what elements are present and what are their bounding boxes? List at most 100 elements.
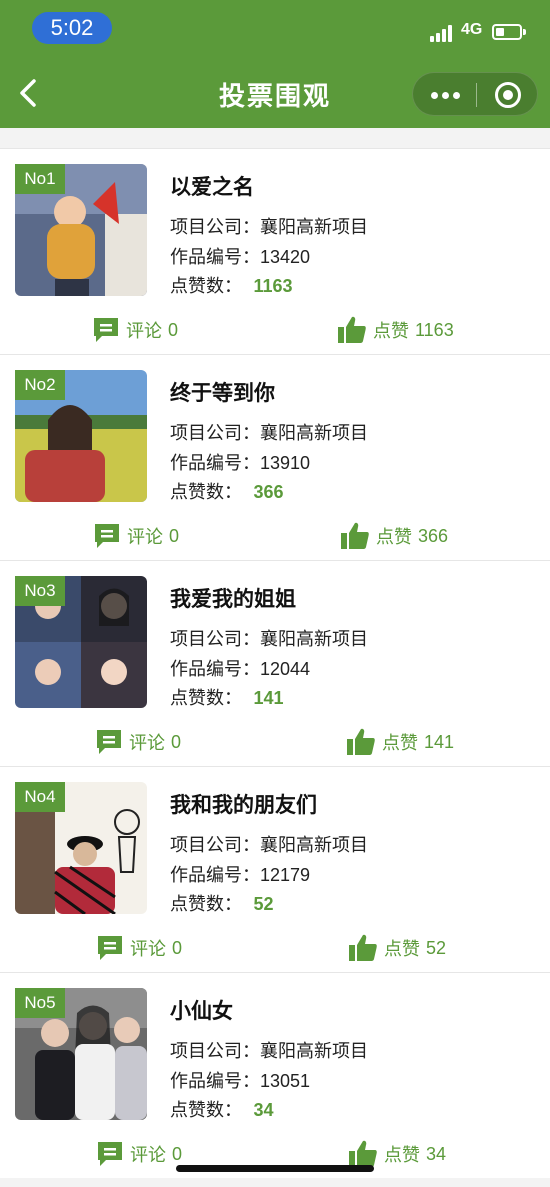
comment-icon xyxy=(97,730,121,754)
more-button[interactable] xyxy=(431,89,461,101)
code-value: 12179 xyxy=(260,865,311,885)
list-item[interactable]: No3 我爱我的姐姐 项目公司：襄阳高新项目 作品编号：12044 点赞数： 1… xyxy=(0,560,550,766)
dot-icon xyxy=(431,92,438,99)
comment-label: 评论 xyxy=(126,321,162,342)
like-button[interactable]: 点赞 141 xyxy=(346,727,454,757)
mini-program-capsule xyxy=(412,72,538,116)
code-value: 13051 xyxy=(260,1071,311,1091)
company-label: 项目公司： xyxy=(170,217,260,238)
like-button[interactable]: 点赞 1163 xyxy=(337,315,454,345)
comment-icon xyxy=(98,936,122,960)
thumbs-up-icon xyxy=(338,316,366,343)
like-button[interactable]: 点赞 366 xyxy=(340,521,448,551)
company-row: 项目公司：襄阳高新项目 xyxy=(170,213,368,239)
company-row: 项目公司：襄阳高新项目 xyxy=(170,1037,368,1063)
like-count: 1163 xyxy=(415,319,454,340)
comment-label: 评论 xyxy=(130,1145,166,1166)
likes-row: 点赞数： 141 xyxy=(170,684,284,710)
company-value: 襄阳高新项目 xyxy=(260,423,368,444)
comment-count: 0 xyxy=(172,1143,183,1164)
comment-count: 0 xyxy=(168,319,179,340)
likes-label: 点赞数： xyxy=(170,1100,242,1121)
likes-row: 点赞数： 52 xyxy=(170,890,273,916)
like-label: 点赞 xyxy=(382,733,418,754)
comment-icon xyxy=(98,1142,122,1166)
company-value: 襄阳高新项目 xyxy=(260,629,368,650)
comment-button[interactable]: 评论 0 xyxy=(93,521,179,551)
code-row: 作品编号：12179 xyxy=(170,861,310,887)
company-value: 襄阳高新项目 xyxy=(260,217,368,238)
rank-badge: No1 xyxy=(15,164,65,194)
company-value: 襄阳高新项目 xyxy=(260,1041,368,1062)
network-label: 4G xyxy=(461,21,483,38)
close-target-button[interactable] xyxy=(495,82,521,108)
rank-badge: No3 xyxy=(15,576,65,606)
likes-label: 点赞数： xyxy=(170,894,242,915)
home-indicator[interactable] xyxy=(176,1165,374,1172)
like-count: 141 xyxy=(424,731,455,752)
app-screen: 5:02 4G 投票围观 No1 以爱之名 项目公司：襄阳高新项目 作品编号：1… xyxy=(0,0,550,1187)
comment-icon xyxy=(95,524,119,548)
likes-label: 点赞数： xyxy=(170,276,242,297)
likes-value: 34 xyxy=(253,1100,274,1120)
list-item[interactable]: No4 我和我的朋友们 项目公司：襄阳高新项目 作品编号：12179 点赞数： … xyxy=(0,766,550,972)
comment-button[interactable]: 评论 0 xyxy=(95,727,181,757)
comment-count: 0 xyxy=(169,525,180,546)
rank-badge: No2 xyxy=(15,370,65,400)
battery-icon xyxy=(492,24,526,40)
comment-button[interactable]: 评论 0 xyxy=(96,1139,182,1169)
code-label: 作品编号： xyxy=(170,247,260,268)
code-row: 作品编号：13051 xyxy=(170,1067,310,1093)
status-bar: 5:02 4G xyxy=(0,0,550,58)
code-value: 13420 xyxy=(260,247,311,267)
dot-icon xyxy=(442,92,449,99)
company-label: 项目公司： xyxy=(170,835,260,856)
comment-count: 0 xyxy=(172,937,183,958)
likes-row: 点赞数： 34 xyxy=(170,1096,273,1122)
code-row: 作品编号：12044 xyxy=(170,655,310,681)
likes-value: 141 xyxy=(253,688,284,708)
likes-row: 点赞数： 366 xyxy=(170,478,284,504)
rank-badge: No4 xyxy=(15,782,65,812)
like-label: 点赞 xyxy=(373,321,409,342)
likes-value: 366 xyxy=(253,482,284,502)
company-value: 襄阳高新项目 xyxy=(260,835,368,856)
comment-label: 评论 xyxy=(127,527,163,548)
entry-title[interactable]: 我爱我的姐姐 xyxy=(170,583,296,613)
signal-icon xyxy=(430,24,456,42)
list-item[interactable]: No2 终于等到你 项目公司：襄阳高新项目 作品编号：13910 点赞数： 36… xyxy=(0,354,550,560)
like-button[interactable]: 点赞 52 xyxy=(348,933,446,963)
status-time: 5:02 xyxy=(32,12,112,44)
nav-bar: 投票围观 xyxy=(0,58,550,128)
entry-title[interactable]: 终于等到你 xyxy=(170,377,275,407)
code-row: 作品编号：13910 xyxy=(170,449,310,475)
dot-icon xyxy=(453,92,460,99)
company-row: 项目公司：襄阳高新项目 xyxy=(170,419,368,445)
header: 5:02 4G 投票围观 xyxy=(0,0,550,128)
company-label: 项目公司： xyxy=(170,423,260,444)
entry-title[interactable]: 小仙女 xyxy=(170,995,233,1025)
entry-title[interactable]: 以爱之名 xyxy=(170,171,254,201)
code-label: 作品编号： xyxy=(170,1071,260,1092)
code-value: 13910 xyxy=(260,453,311,473)
thumbs-up-icon xyxy=(349,934,377,961)
code-label: 作品编号： xyxy=(170,453,260,474)
comment-icon xyxy=(94,318,118,342)
rank-badge: No5 xyxy=(15,988,65,1018)
comment-label: 评论 xyxy=(130,939,166,960)
likes-value: 1163 xyxy=(253,276,293,296)
likes-row: 点赞数： 1163 xyxy=(170,272,293,298)
comment-button[interactable]: 评论 0 xyxy=(92,315,178,345)
code-value: 12044 xyxy=(260,659,311,679)
like-count: 366 xyxy=(418,525,449,546)
list-item[interactable]: No5 小仙女 项目公司：襄阳高新项目 作品编号：13051 点赞数： 34 评… xyxy=(0,972,550,1178)
entry-title[interactable]: 我和我的朋友们 xyxy=(170,789,317,819)
like-count: 52 xyxy=(426,937,447,958)
list-item[interactable]: No1 以爱之名 项目公司：襄阳高新项目 作品编号：13420 点赞数： 116… xyxy=(0,148,550,354)
comment-count: 0 xyxy=(171,731,182,752)
like-label: 点赞 xyxy=(376,527,412,548)
likes-label: 点赞数： xyxy=(170,482,242,503)
comment-label: 评论 xyxy=(129,733,165,754)
company-label: 项目公司： xyxy=(170,1041,260,1062)
comment-button[interactable]: 评论 0 xyxy=(96,933,182,963)
